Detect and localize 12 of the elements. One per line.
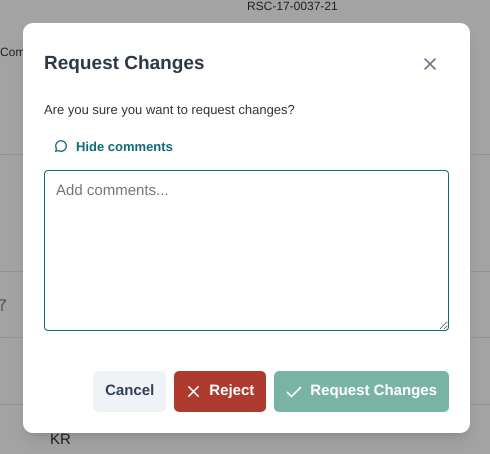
cancel-button[interactable]: Cancel <box>93 371 166 412</box>
check-icon <box>286 384 302 398</box>
hide-comments-link[interactable]: Hide comments <box>54 136 173 156</box>
comments-field[interactable]: Add comments... <box>44 170 449 331</box>
confirmation-message: Are you sure you want to request changes? <box>44 101 296 119</box>
dialog-title: Request Changes <box>44 52 204 76</box>
close-icon <box>422 56 438 72</box>
reference-number: RSC-17-0037-21 <box>247 0 338 12</box>
x-icon <box>186 384 202 399</box>
comment-icon <box>54 139 68 154</box>
user-initials: KR <box>50 430 71 450</box>
reject-button[interactable]: Reject <box>174 371 266 412</box>
